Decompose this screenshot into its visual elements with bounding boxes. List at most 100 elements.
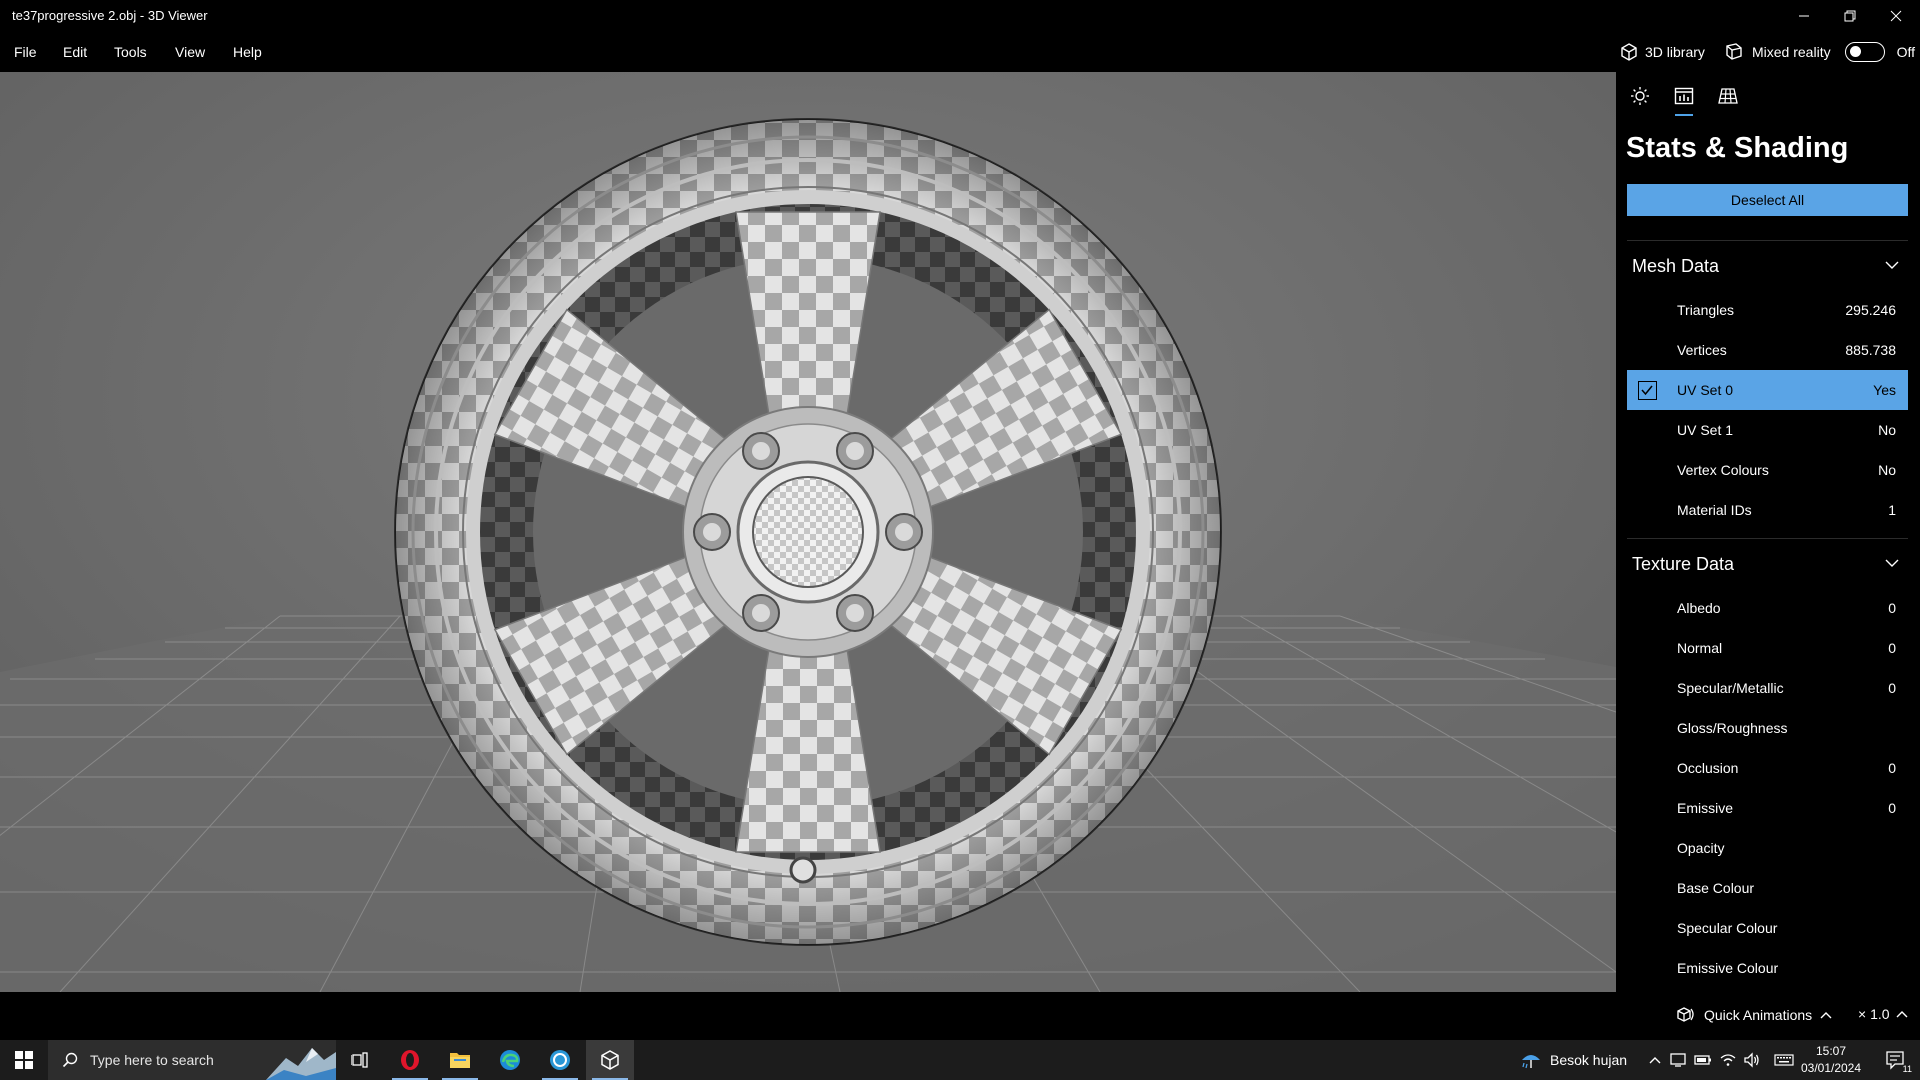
quick-animations-button[interactable]: Quick Animations	[1676, 1006, 1832, 1024]
texture-row-label: Opacity	[1677, 840, 1725, 856]
windows-logo-icon	[15, 1051, 33, 1069]
minimize-icon	[1799, 15, 1809, 17]
mesh-data-header[interactable]: Mesh Data	[1627, 240, 1908, 288]
close-button[interactable]	[1873, 0, 1919, 32]
wifi-icon[interactable]	[1720, 1052, 1736, 1068]
clock[interactable]: 15:07 03/01/2024	[1792, 1043, 1870, 1077]
3d-viewport[interactable]	[0, 72, 1616, 992]
search-icon	[62, 1052, 78, 1068]
texture-row-label: Specular/Metallic	[1677, 680, 1784, 696]
panel-tabs	[1626, 82, 1742, 116]
mesh-row-label: Vertex Colours	[1677, 462, 1769, 478]
restore-button[interactable]	[1827, 0, 1873, 32]
menu-tools[interactable]: Tools	[114, 44, 147, 60]
menu-view[interactable]: View	[175, 44, 205, 60]
restore-icon	[1844, 10, 1856, 22]
notification-center[interactable]: 11	[1876, 1040, 1916, 1080]
system-tray	[1648, 1040, 1794, 1080]
menu-help[interactable]: Help	[233, 44, 262, 60]
search-placeholder: Type here to search	[90, 1052, 214, 1068]
texture-row-specular-colour: Specular Colour	[1627, 908, 1908, 948]
mesh-row-material-ids: Material IDs 1	[1627, 490, 1908, 530]
opera-icon	[401, 1050, 419, 1070]
battery-icon[interactable]	[1694, 1052, 1712, 1068]
texture-data-label: Texture Data	[1632, 554, 1735, 574]
taskbar-app-circle[interactable]	[536, 1040, 584, 1080]
tab-stats-shading[interactable]	[1670, 82, 1698, 116]
texture-row-value: 0	[1888, 600, 1896, 616]
mesh-row-vertex-colours: Vertex Colours No	[1627, 450, 1908, 490]
deselect-all-button[interactable]: Deselect All	[1627, 184, 1908, 216]
uv-set-0-checkbox[interactable]	[1638, 381, 1657, 400]
stats-chart-icon	[1674, 87, 1694, 105]
clock-date: 03/01/2024	[1800, 1061, 1862, 1075]
wheel-model[interactable]	[394, 118, 1222, 946]
texture-row-label: Albedo	[1677, 600, 1721, 616]
tab-grid[interactable]	[1714, 82, 1742, 110]
texture-row-label: Base Colour	[1677, 880, 1755, 896]
circular-app-icon	[550, 1050, 570, 1070]
3d-viewer-icon	[601, 1050, 619, 1070]
texture-data-header[interactable]: Texture Data	[1627, 538, 1908, 586]
umbrella-rain-icon	[1522, 1055, 1540, 1069]
taskbar-3d-viewer[interactable]	[586, 1040, 634, 1080]
3d-library-button[interactable]: 3D library	[1619, 32, 1705, 72]
mesh-row-triangles: Triangles 295.246	[1627, 290, 1908, 330]
texture-row-label: Normal	[1677, 640, 1723, 656]
mesh-row-value: 885.738	[1845, 342, 1896, 358]
task-view-button[interactable]	[336, 1040, 384, 1080]
volume-icon[interactable]	[1744, 1052, 1760, 1068]
taskbar-search[interactable]: Type here to search	[48, 1040, 336, 1080]
clock-time: 15:07	[1815, 1044, 1847, 1058]
menu-bar: File Edit Tools View Help 3D library Mix…	[0, 32, 1920, 72]
weather-label: Besok hujan	[1550, 1052, 1628, 1068]
mixed-reality-state: Off	[1896, 44, 1916, 60]
taskbar-file-explorer[interactable]	[436, 1040, 484, 1080]
mesh-row-label: Material IDs	[1677, 502, 1752, 518]
mesh-row-vertices: Vertices 885.738	[1627, 330, 1908, 370]
texture-row-occlusion: Occlusion 0	[1627, 748, 1908, 788]
window-title: te37progressive 2.obj - 3D Viewer	[12, 8, 208, 23]
search-highlight-icon	[266, 1048, 336, 1080]
sun-icon	[1631, 87, 1649, 105]
mesh-row-label: UV Set 1	[1677, 422, 1734, 438]
mesh-row-uv-set-1[interactable]: UV Set 1 No	[1627, 410, 1908, 450]
notification-count: 11	[1902, 1064, 1912, 1074]
mesh-row-label: UV Set 0	[1677, 382, 1734, 398]
task-view-icon	[351, 1052, 368, 1068]
playback-speed-button[interactable]: × 1.0	[1858, 1006, 1908, 1022]
chevron-up-icon[interactable]	[1648, 1055, 1662, 1065]
minimize-button[interactable]	[1781, 0, 1827, 32]
tab-lighting[interactable]	[1626, 82, 1654, 110]
monitor-icon[interactable]	[1670, 1052, 1686, 1068]
texture-row-value: 0	[1888, 680, 1896, 696]
texture-row-emissive: Emissive 0	[1627, 788, 1908, 828]
keyboard-icon[interactable]	[1774, 1052, 1794, 1068]
start-button[interactable]	[0, 1040, 48, 1080]
mixed-reality-label: Mixed reality	[1752, 44, 1831, 60]
scene-canvas[interactable]	[0, 72, 1616, 992]
mixed-reality-toggle[interactable]	[1844, 42, 1885, 62]
mesh-row-value: No	[1878, 422, 1896, 438]
weather-widget[interactable]: Besok hujan	[1520, 1040, 1627, 1080]
mesh-row-value: Yes	[1873, 382, 1896, 398]
texture-row-label: Gloss/Roughness	[1677, 720, 1788, 736]
texture-row-value: 0	[1888, 640, 1896, 656]
mesh-row-uv-set-0[interactable]: UV Set 0 Yes	[1627, 370, 1908, 410]
texture-row-label: Emissive	[1677, 800, 1734, 816]
mesh-row-value: 1	[1888, 502, 1896, 518]
mixed-reality-control[interactable]: Mixed reality Off	[1724, 32, 1915, 72]
texture-row-value: 0	[1888, 800, 1896, 816]
animation-icon	[1677, 1007, 1694, 1022]
mesh-row-label: Triangles	[1677, 302, 1735, 318]
menu-file[interactable]: File	[14, 44, 37, 60]
texture-row-base-colour: Base Colour	[1627, 868, 1908, 908]
texture-row-albedo: Albedo 0	[1627, 588, 1908, 628]
grid-icon	[1718, 88, 1738, 104]
cube-icon	[1621, 43, 1637, 61]
menu-edit[interactable]: Edit	[63, 44, 87, 60]
3d-library-label: 3D library	[1645, 44, 1705, 60]
taskbar-edge[interactable]	[486, 1040, 534, 1080]
texture-row-label: Emissive Colour	[1677, 960, 1779, 976]
taskbar-opera[interactable]	[386, 1040, 434, 1080]
